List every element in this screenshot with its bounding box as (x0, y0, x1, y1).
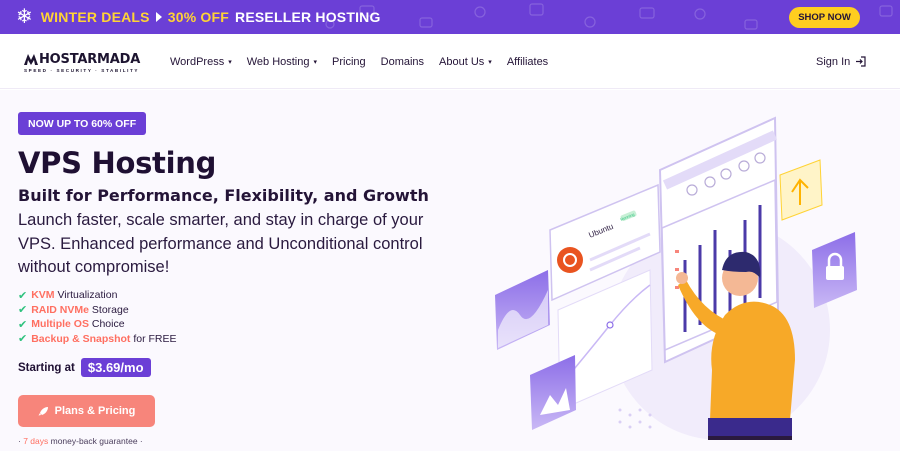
feature-highlight: RAID NVMe (31, 303, 89, 316)
feature-highlight: Backup & Snapshot (31, 332, 131, 345)
image-card (530, 355, 576, 430)
promo-offer-highlight: 30% OFF (167, 9, 230, 25)
rocket-icon (38, 406, 48, 415)
feature-highlight: Multiple OS (31, 318, 89, 331)
starting-at-label: Starting at (18, 361, 75, 374)
feature-text: Choice (88, 318, 125, 331)
money-back-guarantee: · 7 days money-back guarantee · (18, 436, 143, 446)
nav-label: Domains (380, 55, 425, 68)
vps-illustration: Ubuntu Running (495, 116, 857, 440)
chevron-down-icon: ▾ (488, 58, 492, 66)
promo-offer-text: RESELLER HOSTING (235, 9, 381, 25)
feature-text: for FREE (130, 332, 177, 345)
list-item: ✔ Multiple OS Choice (18, 317, 177, 332)
feature-highlight: KVM (31, 289, 55, 302)
promo-text: WINTER DEALS 30% OFF RESELLER HOSTING (41, 9, 381, 25)
lock-card (812, 232, 857, 308)
hero-section: NOW UP TO 60% OFF VPS Hosting Built for … (0, 90, 900, 451)
hero-description: Launch faster, scale smarter, and stay i… (18, 211, 424, 276)
snowflake-icon: ❄ (16, 6, 33, 28)
main-nav: WordPress ▾ Web Hosting ▾ Pricing Domains … (170, 34, 548, 89)
logo-name: HOSTARMADA (39, 52, 141, 67)
nav-item-web-hosting[interactable]: Web Hosting ▾ (247, 56, 317, 68)
check-icon: ✔ (18, 304, 28, 317)
sign-in-icon (856, 56, 866, 67)
shop-now-button[interactable]: SHOP NOW (789, 7, 860, 28)
nav-item-about-us[interactable]: About Us ▾ (439, 56, 492, 68)
promo-banner: ❄ WINTER DEALS 30% OFF RESELLER HOSTING … (0, 0, 900, 34)
nav-item-pricing[interactable]: Pricing (332, 56, 366, 68)
hero-subtitle: Built for Performance, Flexibility, and … (18, 186, 429, 205)
promo-arrow-icon (155, 12, 162, 22)
list-item: ✔ RAID NVMe Storage (18, 303, 177, 318)
sign-in-link[interactable]: Sign In (816, 34, 866, 89)
site-header: HOSTARMADA SPEED · SECURITY · STABILITY … (0, 34, 900, 89)
feature-list: ✔ KVM Virtualization ✔ RAID NVMe Storage ✔… (18, 288, 177, 346)
logo-wordmark: HOSTARMADA (24, 52, 144, 67)
nav-item-wordpress[interactable]: WordPress ▾ (170, 56, 232, 68)
ubuntu-logo-icon (557, 247, 583, 273)
wave-chart-card (495, 270, 550, 350)
list-item: ✔ Backup & Snapshot for FREE (18, 332, 177, 347)
nav-label: Affiliates (506, 55, 549, 68)
sign-in-label: Sign In (816, 55, 851, 68)
logo-tagline: SPEED · SECURITY · STABILITY (24, 68, 140, 73)
chevron-down-icon: ▾ (313, 58, 318, 66)
list-item: ✔ KVM Virtualization (18, 288, 177, 303)
discount-badge: NOW UP TO 60% OFF (18, 112, 147, 135)
check-icon: ✔ (18, 333, 28, 346)
check-icon: ✔ (18, 289, 28, 302)
plans-pricing-button[interactable]: Plans & Pricing (18, 395, 155, 427)
feature-text: Storage (88, 303, 129, 316)
price-row: Starting at $3.69/mo (18, 358, 151, 377)
nav-label: Pricing (332, 55, 366, 68)
nav-label: WordPress (170, 55, 225, 68)
logo-mark-icon (24, 54, 38, 65)
price-badge: $3.69/mo (80, 358, 151, 377)
upload-card (779, 159, 823, 221)
hostarmada-logo[interactable]: HOSTARMADA SPEED · SECURITY · STABILITY (24, 52, 144, 76)
guarantee-text: money-back guarantee · (48, 436, 143, 446)
feature-text: Virtualization (54, 289, 118, 302)
chevron-down-icon: ▾ (228, 58, 232, 66)
plans-pricing-label: Plans & Pricing (54, 405, 136, 417)
promo-message: ❄ WINTER DEALS 30% OFF RESELLER HOSTING (16, 0, 381, 34)
page-title: VPS Hosting (18, 146, 217, 180)
nav-item-affiliates[interactable]: Affiliates (507, 56, 548, 68)
nav-item-domains[interactable]: Domains (381, 56, 424, 68)
check-icon: ✔ (18, 318, 28, 331)
guarantee-days: 7 days (23, 436, 49, 446)
nav-label: About Us (439, 55, 485, 68)
promo-deal-label: WINTER DEALS (40, 9, 150, 25)
nav-label: Web Hosting (246, 55, 310, 68)
